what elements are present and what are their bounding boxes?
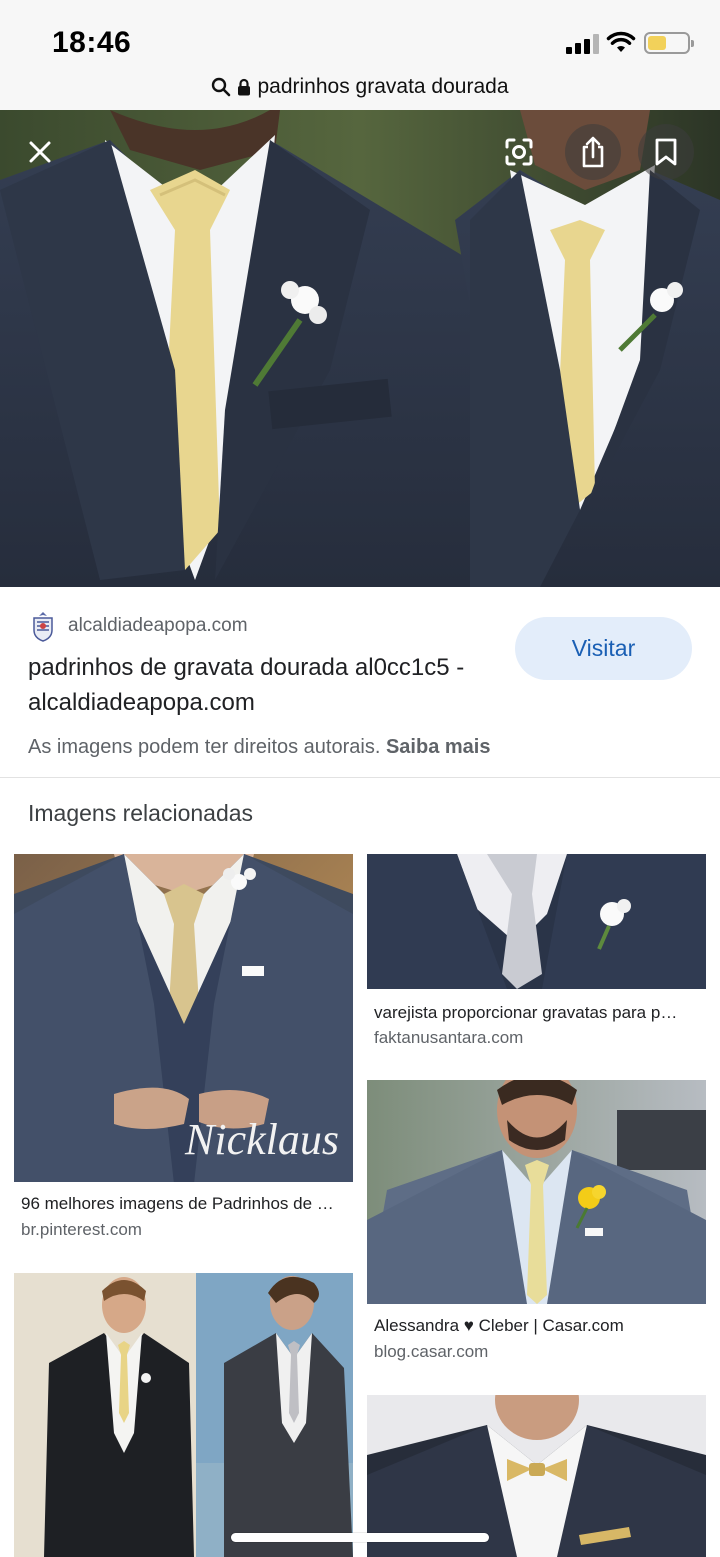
related-caption-3[interactable]: Alessandra ♥ Cleber | Casar.com <box>374 1316 692 1336</box>
site-favicon-icon <box>33 612 53 642</box>
close-icon <box>29 141 51 163</box>
search-icon <box>212 77 231 97</box>
related-source-1: br.pinterest.com <box>21 1220 142 1239</box>
result-title[interactable]: padrinhos de gravata dourada al0cc1c5 - … <box>28 650 508 720</box>
related-source-3: blog.casar.com <box>374 1342 489 1361</box>
home-indicator[interactable] <box>231 1533 489 1542</box>
bookmark-icon <box>655 138 677 166</box>
related-caption-1[interactable]: 96 melhores imagens de Padrinhos de … <box>21 1194 346 1214</box>
watermark-text: Nicklaus <box>184 1115 339 1164</box>
clock: 18:46 <box>52 26 132 59</box>
lock-icon <box>238 78 251 96</box>
source-domain[interactable]: alcaldiadeapopa.com <box>68 615 248 637</box>
lens-button[interactable] <box>491 124 547 180</box>
copyright-text: As imagens podem ter direitos autorais. <box>28 736 381 758</box>
close-button[interactable] <box>12 124 68 180</box>
address-bar[interactable]: padrinhos gravata dourada <box>0 64 720 110</box>
bookmark-button[interactable] <box>638 124 694 180</box>
status-bar: 18:46 <box>0 0 720 64</box>
visit-button[interactable]: Visitar <box>515 617 692 680</box>
url-text: padrinhos gravata dourada <box>257 75 509 98</box>
lens-icon <box>505 138 533 166</box>
share-button[interactable] <box>565 124 621 180</box>
related-caption-2[interactable]: varejista proporcionar gravatas para p… <box>374 1003 692 1023</box>
battery-icon <box>644 32 694 54</box>
related-heading: Imagens relacionadas <box>28 800 254 826</box>
learn-more-link[interactable]: Saiba mais <box>386 736 491 758</box>
section-divider <box>0 777 720 778</box>
share-icon <box>582 136 604 168</box>
copyright-notice: As imagens podem ter direitos autorais. … <box>28 736 490 759</box>
related-source-2: faktanusantara.com <box>374 1028 524 1047</box>
main-image[interactable] <box>0 110 720 587</box>
source-row[interactable]: alcaldiadeapopa.com <box>30 610 248 642</box>
related-image-3[interactable] <box>367 1080 706 1304</box>
wifi-icon <box>606 31 636 52</box>
related-image-2[interactable] <box>367 854 706 989</box>
related-image-4[interactable] <box>14 1273 353 1557</box>
cellular-signal-icon <box>566 34 600 54</box>
related-image-1[interactable]: Nicklaus <box>14 854 353 1182</box>
